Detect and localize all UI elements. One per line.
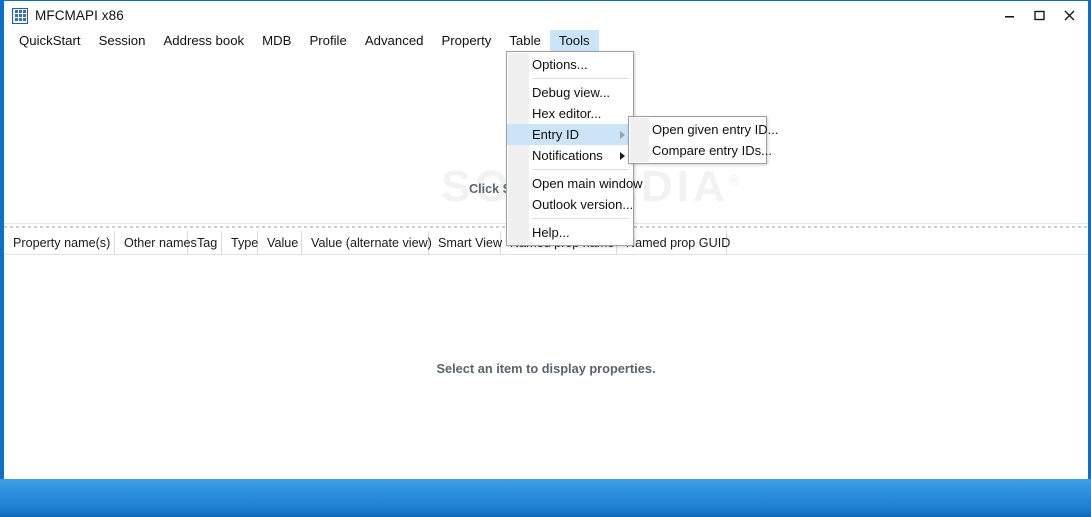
menu-session[interactable]: Session xyxy=(90,30,155,52)
menu-item-open-main-window[interactable]: Open main window xyxy=(507,173,643,194)
column-other-names[interactable]: Other names xyxy=(115,231,197,254)
menu-item-outlook-version[interactable]: Outlook version... xyxy=(507,194,633,215)
menu-item-entry-id[interactable]: Entry ID xyxy=(507,124,633,145)
menu-separator xyxy=(507,75,633,82)
window-title: MFCMAPI x86 xyxy=(35,8,124,23)
property-pane: Select an item to display properties. xyxy=(4,255,1088,473)
menu-item-hex-editor[interactable]: Hex editor... xyxy=(507,103,633,124)
menu-property[interactable]: Property xyxy=(432,30,500,52)
menu-mdb[interactable]: MDB xyxy=(253,30,300,52)
window-controls xyxy=(994,1,1084,30)
maximize-icon[interactable] xyxy=(1024,4,1054,28)
column-property-names[interactable]: Property name(s) xyxy=(4,231,115,254)
menu-item-notifications-label: Notifications xyxy=(532,148,603,163)
chevron-right-icon xyxy=(620,130,625,139)
property-empty-message: Select an item to display properties. xyxy=(436,361,656,376)
menu-item-notifications[interactable]: Notifications xyxy=(507,145,633,166)
column-tag[interactable]: Tag xyxy=(188,231,222,254)
menu-profile[interactable]: Profile xyxy=(300,30,355,52)
menu-item-debug-view[interactable]: Debug view... xyxy=(507,82,633,103)
column-value[interactable]: Value xyxy=(258,231,302,254)
title-bar: MFCMAPI x86 xyxy=(4,1,1088,30)
column-type[interactable]: Type xyxy=(222,231,258,254)
menu-item-entry-id-label: Entry ID xyxy=(532,127,579,142)
chevron-right-icon xyxy=(620,151,625,160)
menu-advanced[interactable]: Advanced xyxy=(356,30,433,52)
column-smart-view[interactable]: Smart View xyxy=(429,231,502,254)
status-bar xyxy=(0,479,1091,517)
tools-dropdown-menu: Options... Debug view... Hex editor... E… xyxy=(506,51,643,246)
menu-item-help[interactable]: Help... xyxy=(507,222,633,243)
menu-bar: QuickStart Session Address book MDB Prof… xyxy=(4,30,1088,52)
menu-table[interactable]: Table xyxy=(500,30,550,52)
menu-item-open-given-entry-id[interactable]: Open given entry ID... xyxy=(629,119,778,140)
column-value-alternate-view[interactable]: Value (alternate view) xyxy=(302,231,432,254)
minimize-icon[interactable] xyxy=(994,4,1024,28)
menu-item-options[interactable]: Options... xyxy=(507,54,633,75)
close-icon[interactable] xyxy=(1054,4,1084,28)
menu-tools[interactable]: Tools xyxy=(549,30,599,52)
application-window: MFCMAPI x86 QuickStart Session Address b… xyxy=(0,0,1091,517)
menu-separator xyxy=(507,166,633,173)
menu-address-book[interactable]: Address book xyxy=(154,30,253,52)
menu-separator xyxy=(507,215,633,222)
grid-dots-icon xyxy=(12,7,28,24)
menu-item-compare-entry-ids[interactable]: Compare entry IDs... xyxy=(629,140,772,161)
entry-id-submenu: Open given entry ID... Compare entry IDs… xyxy=(628,116,778,164)
menu-quickstart[interactable]: QuickStart xyxy=(10,30,90,52)
